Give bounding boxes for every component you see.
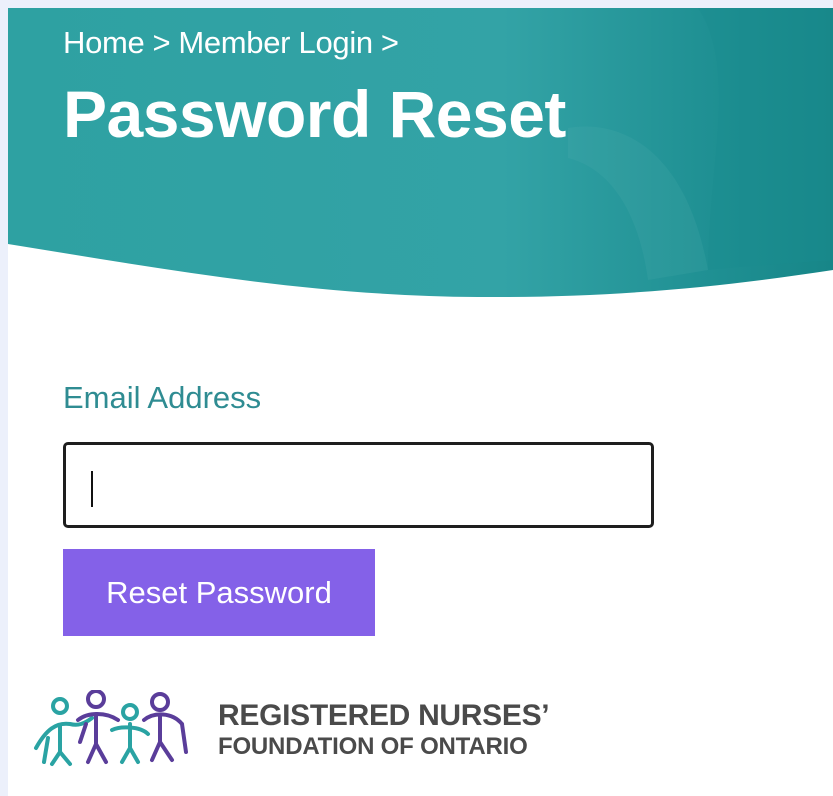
- reset-password-button[interactable]: Reset Password: [63, 549, 375, 636]
- page-title: Password Reset: [63, 77, 566, 151]
- logo-wordmark: REGISTERED NURSES’ FOUNDATION OF ONTARIO: [218, 699, 550, 760]
- breadcrumb-separator: >: [380, 25, 399, 60]
- page: Home > Member Login > Password Reset Ema…: [8, 8, 833, 796]
- email-field[interactable]: [63, 442, 654, 528]
- text-cursor: [91, 471, 93, 507]
- logo-line-2: FOUNDATION OF ONTARIO: [218, 733, 528, 760]
- breadcrumb-member-login-link[interactable]: Member Login: [178, 25, 373, 61]
- breadcrumb: Home > Member Login >: [63, 25, 399, 61]
- hero-banner: Home > Member Login > Password Reset: [8, 8, 833, 308]
- breadcrumb-separator: >: [152, 25, 171, 60]
- logo-line-1: REGISTERED NURSES’: [218, 699, 550, 732]
- rnfo-logo[interactable]: REGISTERED NURSES’ FOUNDATION OF ONTARIO: [26, 690, 550, 770]
- nurses-figures-icon: [34, 690, 188, 766]
- breadcrumb-home-link[interactable]: Home: [63, 25, 145, 61]
- email-label: Email Address: [63, 380, 262, 415]
